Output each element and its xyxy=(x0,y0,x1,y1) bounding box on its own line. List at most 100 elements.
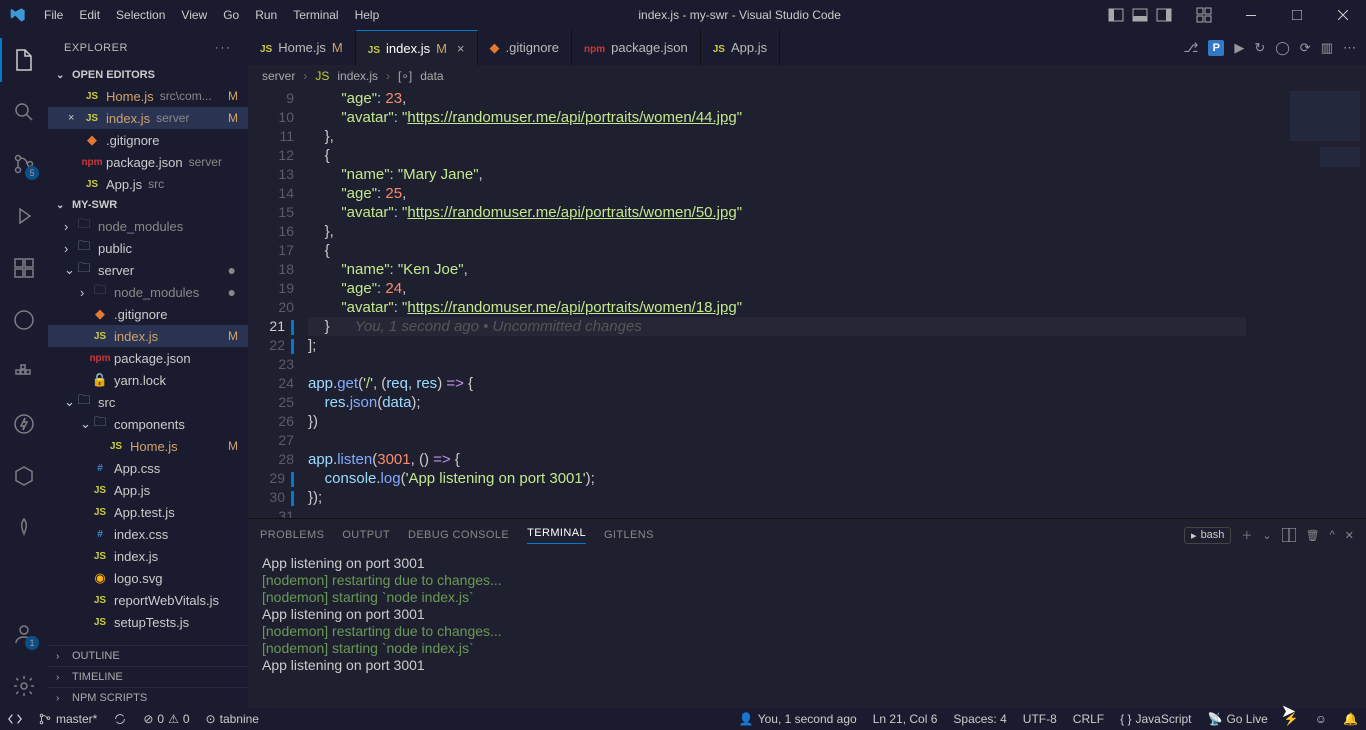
tree-index.css[interactable]: #index.css xyxy=(48,523,248,545)
activity-debug[interactable] xyxy=(0,194,48,238)
menu-go[interactable]: Go xyxy=(215,0,247,30)
tree-App.js[interactable]: JSApp.js xyxy=(48,479,248,501)
npm-section[interactable]: ›NPM SCRIPTS xyxy=(48,687,248,708)
tab-App.js[interactable]: JSApp.js xyxy=(701,30,780,65)
status-tabnine[interactable]: ⊙tabnine xyxy=(198,712,267,726)
new-terminal-icon[interactable]: ＋ xyxy=(1241,527,1252,543)
panel-tab-output[interactable]: OUTPUT xyxy=(342,529,390,541)
play-icon[interactable]: ▶ xyxy=(1234,40,1244,56)
open-editor-App.js[interactable]: JSApp.jssrc xyxy=(48,173,248,195)
toggle-sidebar-icon[interactable] xyxy=(1108,7,1124,23)
tab-index.js[interactable]: JSindex.jsM× xyxy=(356,30,478,65)
maximize-button[interactable] xyxy=(1274,0,1320,30)
tree-server[interactable]: ⌄🗀server● xyxy=(48,259,248,281)
status-golive[interactable]: 📡Go Live xyxy=(1200,712,1276,726)
activity-explorer[interactable] xyxy=(0,38,48,82)
activity-thunder[interactable] xyxy=(0,402,48,446)
menu-run[interactable]: Run xyxy=(247,0,285,30)
tab-.gitignore[interactable]: ◆.gitignore xyxy=(478,30,572,65)
status-encoding[interactable]: UTF-8 xyxy=(1015,712,1065,726)
tree-components[interactable]: ⌄🗀components xyxy=(48,413,248,435)
status-feedback-icon[interactable]: ☺ xyxy=(1307,712,1335,726)
tree-index.js[interactable]: JSindex.jsM xyxy=(48,325,248,347)
terminal-output[interactable]: App listening on port 3001[nodemon] rest… xyxy=(248,551,1366,708)
git-compare-icon[interactable]: ⎇ xyxy=(1183,40,1198,56)
tree-package.json[interactable]: npmpackage.json xyxy=(48,347,248,369)
tree-reportWebVitals.js[interactable]: JSreportWebVitals.js xyxy=(48,589,248,611)
tree-App.css[interactable]: #App.css xyxy=(48,457,248,479)
prettier-icon[interactable]: P xyxy=(1208,40,1224,56)
status-problems[interactable]: ⊘0⚠0 xyxy=(135,712,197,726)
tree-logo.svg[interactable]: ◉logo.svg xyxy=(48,567,248,589)
close-icon[interactable]: × xyxy=(68,112,80,124)
tree-public[interactable]: ›🗀public xyxy=(48,237,248,259)
tree-Home.js[interactable]: JSHome.jsM xyxy=(48,435,248,457)
status-bell-icon[interactable]: 🔔 xyxy=(1335,712,1366,726)
close-tab-icon[interactable]: × xyxy=(457,41,465,56)
loop-icon[interactable]: ◯ xyxy=(1275,40,1290,56)
panel-tab-terminal[interactable]: TERMINAL xyxy=(527,527,586,544)
status-lang[interactable]: { }JavaScript xyxy=(1112,712,1199,726)
status-blame[interactable]: 👤You, 1 second ago xyxy=(731,712,865,726)
activity-mongo[interactable] xyxy=(0,506,48,550)
activity-extensions[interactable] xyxy=(0,246,48,290)
tree-node_modules[interactable]: ›🗀node_modules● xyxy=(48,281,248,303)
activity-scm[interactable]: 5 xyxy=(0,142,48,186)
open-editor-.gitignore[interactable]: ◆.gitignore xyxy=(48,129,248,151)
open-editors-section[interactable]: ⌄OPEN EDITORS xyxy=(48,65,248,85)
status-eol[interactable]: CRLF xyxy=(1065,712,1112,726)
menu-selection[interactable]: Selection xyxy=(108,0,173,30)
open-editor-Home.js[interactable]: JSHome.jssrc\com...M xyxy=(48,85,248,107)
split-icon[interactable]: ▥ xyxy=(1321,40,1333,56)
toggle-secondary-icon[interactable] xyxy=(1156,7,1172,23)
status-remote[interactable] xyxy=(0,712,30,726)
tree-yarn.lock[interactable]: 🔒yarn.lock xyxy=(48,369,248,391)
activity-settings[interactable] xyxy=(0,664,48,708)
tab-Home.js[interactable]: JSHome.jsM xyxy=(248,30,356,65)
status-sync[interactable] xyxy=(105,712,135,726)
split-terminal-icon[interactable] xyxy=(1282,528,1296,542)
status-branch[interactable]: master* xyxy=(30,712,105,726)
panel-tab-gitlens[interactable]: GITLENS xyxy=(604,529,654,541)
menu-help[interactable]: Help xyxy=(347,0,388,30)
outline-section[interactable]: ›OUTLINE xyxy=(48,645,248,666)
code-editor[interactable]: "age": 23, "avatar": "https://randomuser… xyxy=(308,87,1246,518)
minimize-button[interactable] xyxy=(1228,0,1274,30)
open-editor-index.js[interactable]: ×JSindex.jsserverM xyxy=(48,107,248,129)
activity-db[interactable] xyxy=(0,454,48,498)
menu-terminal[interactable]: Terminal xyxy=(285,0,346,30)
activity-account[interactable]: 1 xyxy=(0,612,48,656)
tree-node_modules[interactable]: ›🗀node_modules xyxy=(48,215,248,237)
tab-package.json[interactable]: npmpackage.json xyxy=(572,30,701,65)
menu-view[interactable]: View xyxy=(173,0,215,30)
timeline-section[interactable]: ›TIMELINE xyxy=(48,666,248,687)
minimap[interactable] xyxy=(1246,87,1366,518)
terminal-shell-chip[interactable]: ▸bash xyxy=(1184,527,1231,544)
customize-layout-icon[interactable] xyxy=(1196,7,1212,23)
rerun-icon[interactable]: ↻ xyxy=(1254,40,1265,56)
refresh-icon[interactable]: ⟳ xyxy=(1300,40,1311,56)
tree-index.js[interactable]: JSindex.js xyxy=(48,545,248,567)
maximize-panel-icon[interactable]: ^ xyxy=(1330,529,1335,541)
tree-.gitignore[interactable]: ◆.gitignore xyxy=(48,303,248,325)
activity-docker[interactable] xyxy=(0,350,48,394)
kill-terminal-icon[interactable]: 🗑 xyxy=(1306,529,1320,542)
tree-setupTests.js[interactable]: JSsetupTests.js xyxy=(48,611,248,633)
tree-App.test.js[interactable]: JSApp.test.js xyxy=(48,501,248,523)
more-icon[interactable]: ⋯ xyxy=(1343,40,1356,56)
menu-edit[interactable]: Edit xyxy=(71,0,108,30)
status-spaces[interactable]: Spaces: 4 xyxy=(945,712,1014,726)
close-button[interactable] xyxy=(1320,0,1366,30)
toggle-panel-icon[interactable] xyxy=(1132,7,1148,23)
close-panel-icon[interactable]: ✕ xyxy=(1345,529,1354,542)
menu-file[interactable]: File xyxy=(36,0,71,30)
status-position[interactable]: Ln 21, Col 6 xyxy=(865,712,946,726)
panel-tab-debug-console[interactable]: DEBUG CONSOLE xyxy=(408,529,509,541)
open-editor-package.json[interactable]: npmpackage.jsonserver xyxy=(48,151,248,173)
status-prettier-icon[interactable]: ⚡ xyxy=(1276,712,1307,726)
activity-search[interactable] xyxy=(0,90,48,134)
tree-src[interactable]: ⌄🗀src xyxy=(48,391,248,413)
more-icon[interactable]: ··· xyxy=(215,42,232,54)
breadcrumb[interactable]: server› JSindex.js› [∘]data xyxy=(248,65,1366,87)
panel-tab-problems[interactable]: PROBLEMS xyxy=(260,529,324,541)
